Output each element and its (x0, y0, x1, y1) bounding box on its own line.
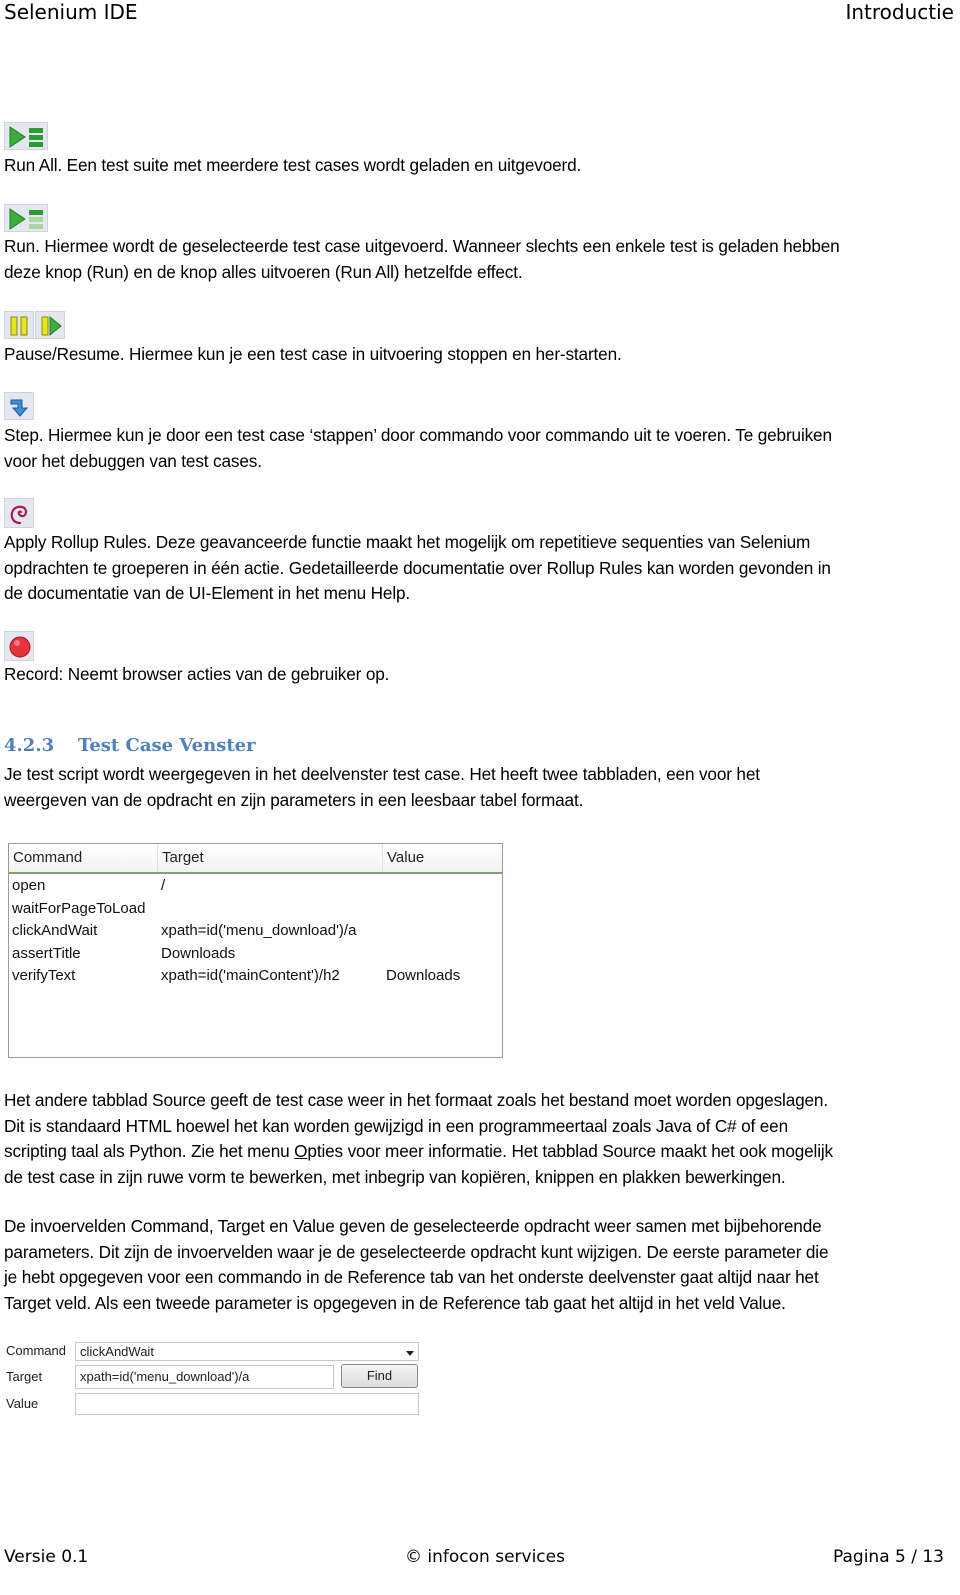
cell-command: clickAndWait (12, 922, 98, 939)
table-row[interactable]: assertTitle Downloads (9, 943, 502, 966)
rollup-description-line: opdrachten te groeperen in één actie. Ge… (4, 557, 831, 578)
table-header: Command Target Value (9, 844, 502, 874)
value-label: Value (6, 1396, 39, 1411)
value-input[interactable] (75, 1393, 419, 1415)
rollup-description-line: Apply Rollup Rules. Deze geavanceerde fu… (4, 532, 811, 552)
section-intro-line: Je test script wordt weergegeven in het … (4, 764, 760, 784)
text-span: voor meer informatie. Het tabblad Source… (342, 1141, 834, 1161)
command-select-value: clickAndWait (80, 1344, 154, 1359)
cell-command: open (12, 877, 46, 894)
run-all-description: Run All. Een test suite met meerdere tes… (4, 155, 582, 175)
fields-paragraph: De invoervelden Command, Target en Value… (4, 1214, 954, 1316)
pause-icon (4, 311, 34, 339)
cell-target: Downloads (161, 944, 236, 962)
rollup-description: Apply Rollup Rules. Deze geavanceerde fu… (4, 530, 954, 607)
paragraph-line: parameters. Dit zijn de invoervelden waa… (4, 1241, 829, 1262)
cell-value (383, 875, 502, 898)
paragraph-line: je hebt opgegeven voor een commando in d… (4, 1267, 819, 1287)
resume-icon (35, 311, 65, 339)
step-icon (4, 392, 34, 420)
footer-version: Versie 0.1 (4, 1547, 89, 1567)
record-description: Record: Neemt browser acties van de gebr… (4, 664, 390, 684)
cell-target (158, 898, 383, 921)
run-description: Run. Hiermee wordt de geselecteerde test… (4, 234, 954, 285)
column-header-value[interactable]: Value (383, 844, 502, 872)
table-row[interactable]: verifyText xpath=id('mainContent')/h2 Do… (9, 965, 502, 988)
source-paragraph: Het andere tabblad Source geeft de test … (4, 1088, 954, 1190)
run-description-line: deze knop (Run) en de knop alles uitvoer… (4, 261, 523, 282)
paragraph-line: scripting taal als Python. Zie het menu … (4, 1139, 954, 1165)
header-title: Selenium IDE (4, 0, 138, 24)
column-header-target[interactable]: Target (158, 844, 383, 872)
rollup-icon (4, 498, 34, 528)
cell-value (383, 920, 502, 943)
record-icon (4, 631, 34, 661)
paragraph-line: De invoervelden Command, Target en Value… (4, 1216, 822, 1236)
command-label: Command (6, 1343, 66, 1358)
cell-target: xpath=id('menu_download')/a (161, 922, 357, 939)
paragraph-line: Dit is standaard HTML hoewel het kan wor… (4, 1115, 789, 1136)
cell-command: assertTitle (12, 944, 81, 962)
table-row[interactable]: open / (9, 875, 502, 898)
paragraph-line: Target veld. Als een tweede parameter is… (4, 1292, 786, 1313)
paragraph-line: de test case in zijn ruwe vorm te bewerk… (4, 1166, 786, 1187)
run-all-icon (4, 122, 48, 150)
table-row[interactable]: clickAndWait xpath=id('menu_download')/a (9, 920, 502, 943)
step-description-line: Step. Hiermee kun je door een test case … (4, 425, 832, 445)
cell-command: waitForPageToLoad (12, 899, 146, 917)
section-title: Test Case Venster (78, 735, 256, 756)
paragraph-line: Het andere tabblad Source geeft de test … (4, 1090, 828, 1110)
step-description-line: voor het debuggen van test cases. (4, 450, 262, 471)
target-label: Target (6, 1369, 43, 1384)
footer-copyright: © infocon services (405, 1547, 565, 1567)
cell-target: xpath=id('mainContent')/h2 (161, 967, 340, 984)
header-section: Introductie (845, 0, 954, 24)
target-input[interactable]: xpath=id('menu_download')/a (75, 1365, 334, 1389)
section-intro: Je test script wordt weergegeven in het … (4, 762, 954, 813)
run-description-line: Run. Hiermee wordt de geselecteerde test… (4, 236, 840, 256)
find-button[interactable]: Find (341, 1364, 418, 1388)
chevron-down-icon[interactable] (406, 1351, 414, 1356)
section-number: 4.2.3 (4, 735, 55, 756)
testcase-table: Command Target Value open / waitForPageT… (8, 843, 503, 1058)
cell-command: verifyText (12, 967, 76, 984)
text-span: pties (307, 1141, 343, 1161)
cell-target: / (161, 877, 166, 894)
cell-value: Downloads (386, 967, 461, 984)
cell-value (383, 898, 502, 921)
text-span: scripting taal als Python. Zie het menu (4, 1141, 295, 1161)
section-intro-line: weergeven van de opdracht en zijn parame… (4, 789, 584, 810)
run-icon (4, 204, 48, 232)
command-select[interactable]: clickAndWait (75, 1342, 419, 1361)
pause-resume-description: Pause/Resume. Hiermee kun je een test ca… (4, 344, 622, 364)
cell-value (383, 943, 502, 966)
footer-page-number: Pagina 5 / 13 (833, 1547, 944, 1567)
command-form: Command clickAndWait Target xpath=id('me… (4, 1340, 424, 1420)
section-heading: 4.2.3 Test Case Venster (4, 734, 256, 758)
step-description: Step. Hiermee kun je door een test case … (4, 423, 954, 474)
column-header-command[interactable]: Command (9, 844, 158, 872)
table-row[interactable]: waitForPageToLoad (9, 898, 502, 921)
menu-accelerator: O (294, 1141, 308, 1161)
rollup-description-line: de documentatie van de UI-Element in het… (4, 583, 411, 603)
